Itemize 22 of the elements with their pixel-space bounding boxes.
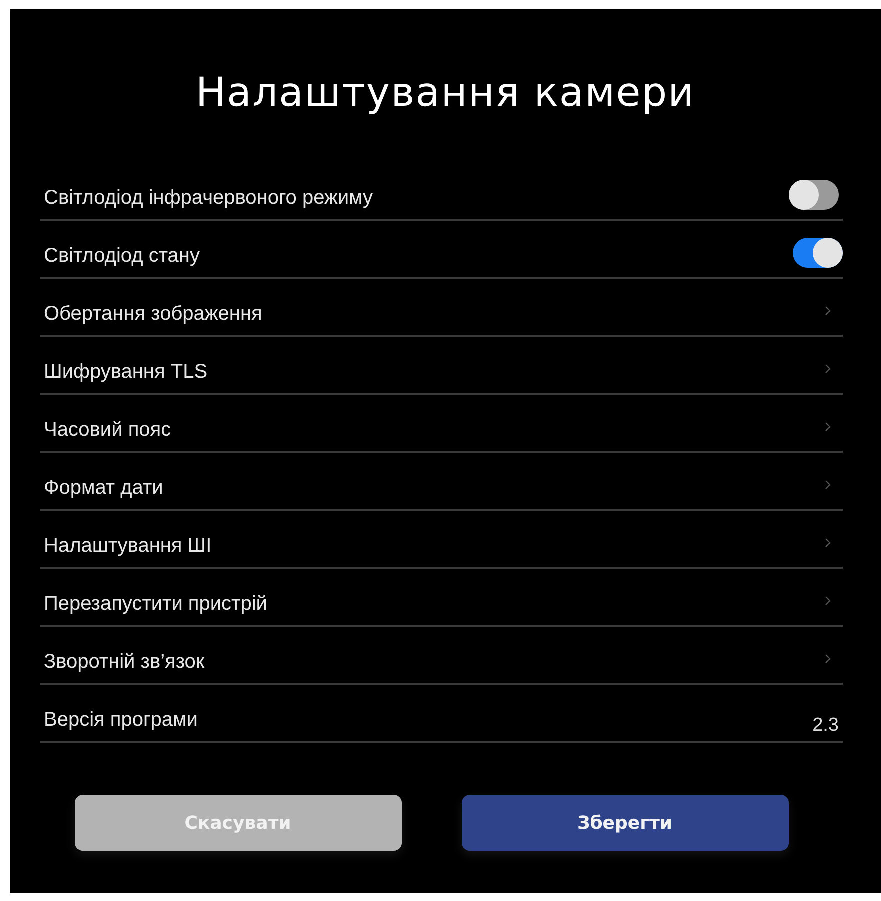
chevron-icon[interactable]	[825, 480, 831, 490]
setting-label: Світлодіод стану	[44, 244, 200, 268]
setting-label: Формат дати	[44, 476, 164, 500]
setting-label: Зворотній зв’язок	[44, 650, 205, 674]
setting-label: Версія програми	[44, 708, 198, 732]
toggle-switch[interactable]	[793, 238, 843, 268]
chevron-icon[interactable]	[825, 654, 831, 664]
chevron-icon[interactable]	[825, 596, 831, 606]
setting-label: Налаштування ШІ	[44, 534, 212, 558]
setting-label: Перезапустити пристрій	[44, 592, 268, 616]
setting-label: Шифрування TLS	[44, 360, 208, 384]
toggle-switch[interactable]	[789, 180, 839, 210]
chevron-icon[interactable]	[825, 306, 831, 316]
page-title: Налаштування камери	[196, 69, 696, 118]
chevron-icon[interactable]	[825, 538, 831, 548]
setting-label: Світлодіод інфрачервоного режиму	[44, 186, 374, 210]
chevron-icon[interactable]	[825, 364, 831, 374]
version-value: 2.3	[812, 715, 839, 737]
setting-label: Обертання зображення	[44, 302, 262, 326]
chevron-icon[interactable]	[825, 422, 831, 432]
setting-label: Часовий пояс	[44, 418, 172, 442]
save-button[interactable]: Зберегти	[462, 795, 788, 851]
